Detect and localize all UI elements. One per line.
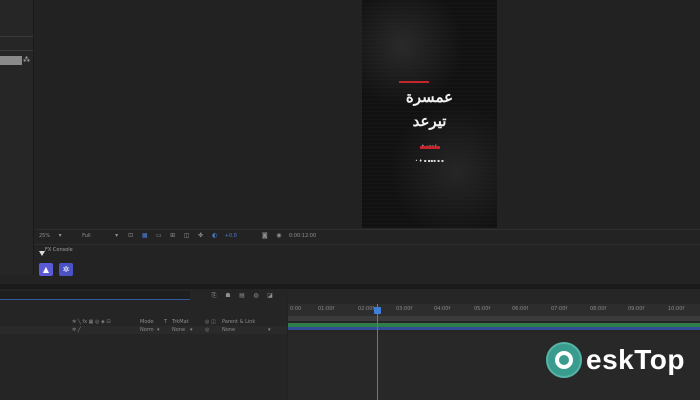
chevron-down-icon[interactable]: ▾ xyxy=(157,327,160,333)
transparency-grid-icon[interactable]: ▦ xyxy=(141,232,149,239)
playhead-line[interactable] xyxy=(377,304,378,400)
ruler-tick: 10:00f xyxy=(668,306,685,312)
table-row[interactable]: ✲ ╱ Norm ▾ None ▾ ◎ None ▾ xyxy=(0,326,287,334)
ruler-tick: 04:00f xyxy=(434,306,451,312)
show-channel-icon[interactable]: ◉ xyxy=(275,232,283,239)
time-ruler[interactable]: 0:00 01:00f 02:00f 03:00f 04:00f 05:00f … xyxy=(288,304,700,316)
parent-column-header: Parent & Link xyxy=(222,319,256,325)
chevron-down-icon[interactable]: ▾ xyxy=(190,327,193,333)
pickwhip-icon[interactable]: ◎ xyxy=(205,327,209,333)
timeline-layer-panel: ⎘ ☗ ▤ ◍ ◪ ✲ ╲ fx ▦ ◎ ◈ ⊡ Mode T TrkMat ◎… xyxy=(0,289,287,400)
panel-divider xyxy=(0,36,33,37)
viewer-toolbar: 25% ▾ Full ▾ ⊡ ▦ ▭ ⊞ ◫ ✤ ◐ +0.0 ◙ ◉ 0:00… xyxy=(35,229,700,241)
desktop-logo-icon xyxy=(546,342,582,378)
selected-project-item[interactable] xyxy=(0,56,22,65)
item-options-icon[interactable]: ⁂ xyxy=(23,56,31,64)
artwork-red-accent xyxy=(399,81,429,83)
resolution-dropdown[interactable]: Full xyxy=(82,233,91,239)
region-of-interest-icon[interactable]: ⊡ xyxy=(127,232,135,239)
mask-visibility-icon[interactable]: ▭ xyxy=(155,232,163,239)
frame-blending-icon[interactable]: ▤ xyxy=(238,292,246,300)
ruler-tick: 03:00f xyxy=(396,306,413,312)
ruler-tick: 02:00f xyxy=(358,306,375,312)
graph-editor-icon[interactable]: ◪ xyxy=(266,292,274,300)
image-icon[interactable]: ▲ xyxy=(39,263,53,276)
camera-icon[interactable]: ◙ xyxy=(261,232,269,239)
motion-blur-icon[interactable]: ◍ xyxy=(252,292,260,300)
layer-switches[interactable]: ✲ ╱ xyxy=(72,327,81,333)
color-channel-icon[interactable]: ✤ xyxy=(197,232,205,239)
artwork-title-line2: تيرعد xyxy=(412,112,447,130)
mode-dropdown[interactable]: Norm xyxy=(140,327,154,333)
trkmat-dropdown[interactable]: None xyxy=(172,327,185,333)
shy-layers-icon[interactable]: ☗ xyxy=(224,292,232,300)
zoom-dropdown[interactable]: 25% xyxy=(39,233,50,239)
switches-icons: ✲ ╲ fx ▦ ◎ ◈ ⊡ xyxy=(72,319,111,325)
artwork-title-line1: عمسرة xyxy=(405,88,454,106)
playhead-handle[interactable] xyxy=(374,307,381,314)
composition-canvas[interactable]: عمسرة تيرعد عمسرة • ♦ ▪ ▪▪▪ ▪ ▪ xyxy=(362,0,497,228)
current-timecode[interactable]: 0:00:12:00 xyxy=(289,233,316,239)
exposure-icon[interactable]: ◐ xyxy=(211,232,219,239)
project-panel: ⁂ xyxy=(0,0,34,275)
exposure-value[interactable]: +0.0 xyxy=(225,233,237,239)
mode-column-header: Mode xyxy=(140,319,154,325)
artwork-red-accent xyxy=(420,146,440,149)
artwork-caption: • ♦ ▪ ▪▪▪ ▪ ▪ xyxy=(415,158,444,163)
ruler-tick: 06:00f xyxy=(512,306,529,312)
ruler-tick: 01:00f xyxy=(318,306,335,312)
ruler-tick: 08:00f xyxy=(590,306,607,312)
watermark: eskTop xyxy=(546,342,685,378)
ruler-tick: 09:00f xyxy=(628,306,645,312)
timeline-column-headers: ✲ ╲ fx ▦ ◎ ◈ ⊡ Mode T TrkMat ◎ ◫ Parent … xyxy=(0,318,287,326)
panel-divider xyxy=(0,50,33,51)
ruler-tick: 07:00f xyxy=(551,306,568,312)
ruler-tick: 05:00f xyxy=(474,306,491,312)
timeline-switches: ⎘ ☗ ▤ ◍ ◪ xyxy=(210,292,274,300)
chevron-down-icon[interactable]: ▾ xyxy=(268,327,271,333)
snapshot-icon[interactable]: ◫ xyxy=(183,232,191,239)
chevron-down-icon[interactable]: ▾ xyxy=(113,232,121,239)
work-area-bar[interactable] xyxy=(288,316,700,321)
ruler-tick: 0:00 xyxy=(290,306,302,312)
link-icon: ◎ ◫ xyxy=(205,319,216,325)
layer-keyframe-strip[interactable] xyxy=(288,327,700,330)
extension-tab-label[interactable]: FX Console xyxy=(45,247,73,253)
solo-icon[interactable]: ⎘ xyxy=(210,292,218,300)
timeline-search-input[interactable] xyxy=(0,291,190,300)
t-column-header: T xyxy=(164,319,168,325)
watermark-text: eskTop xyxy=(586,344,685,375)
parent-dropdown[interactable]: None xyxy=(222,327,235,333)
guides-icon[interactable]: ⊞ xyxy=(169,232,177,239)
gear-icon[interactable]: ✲ xyxy=(59,263,73,276)
extension-panel: FX Console ▲ ✲ xyxy=(35,244,700,276)
chevron-down-icon[interactable]: ▾ xyxy=(56,232,64,239)
trkmat-column-header: TrkMat xyxy=(172,319,189,325)
